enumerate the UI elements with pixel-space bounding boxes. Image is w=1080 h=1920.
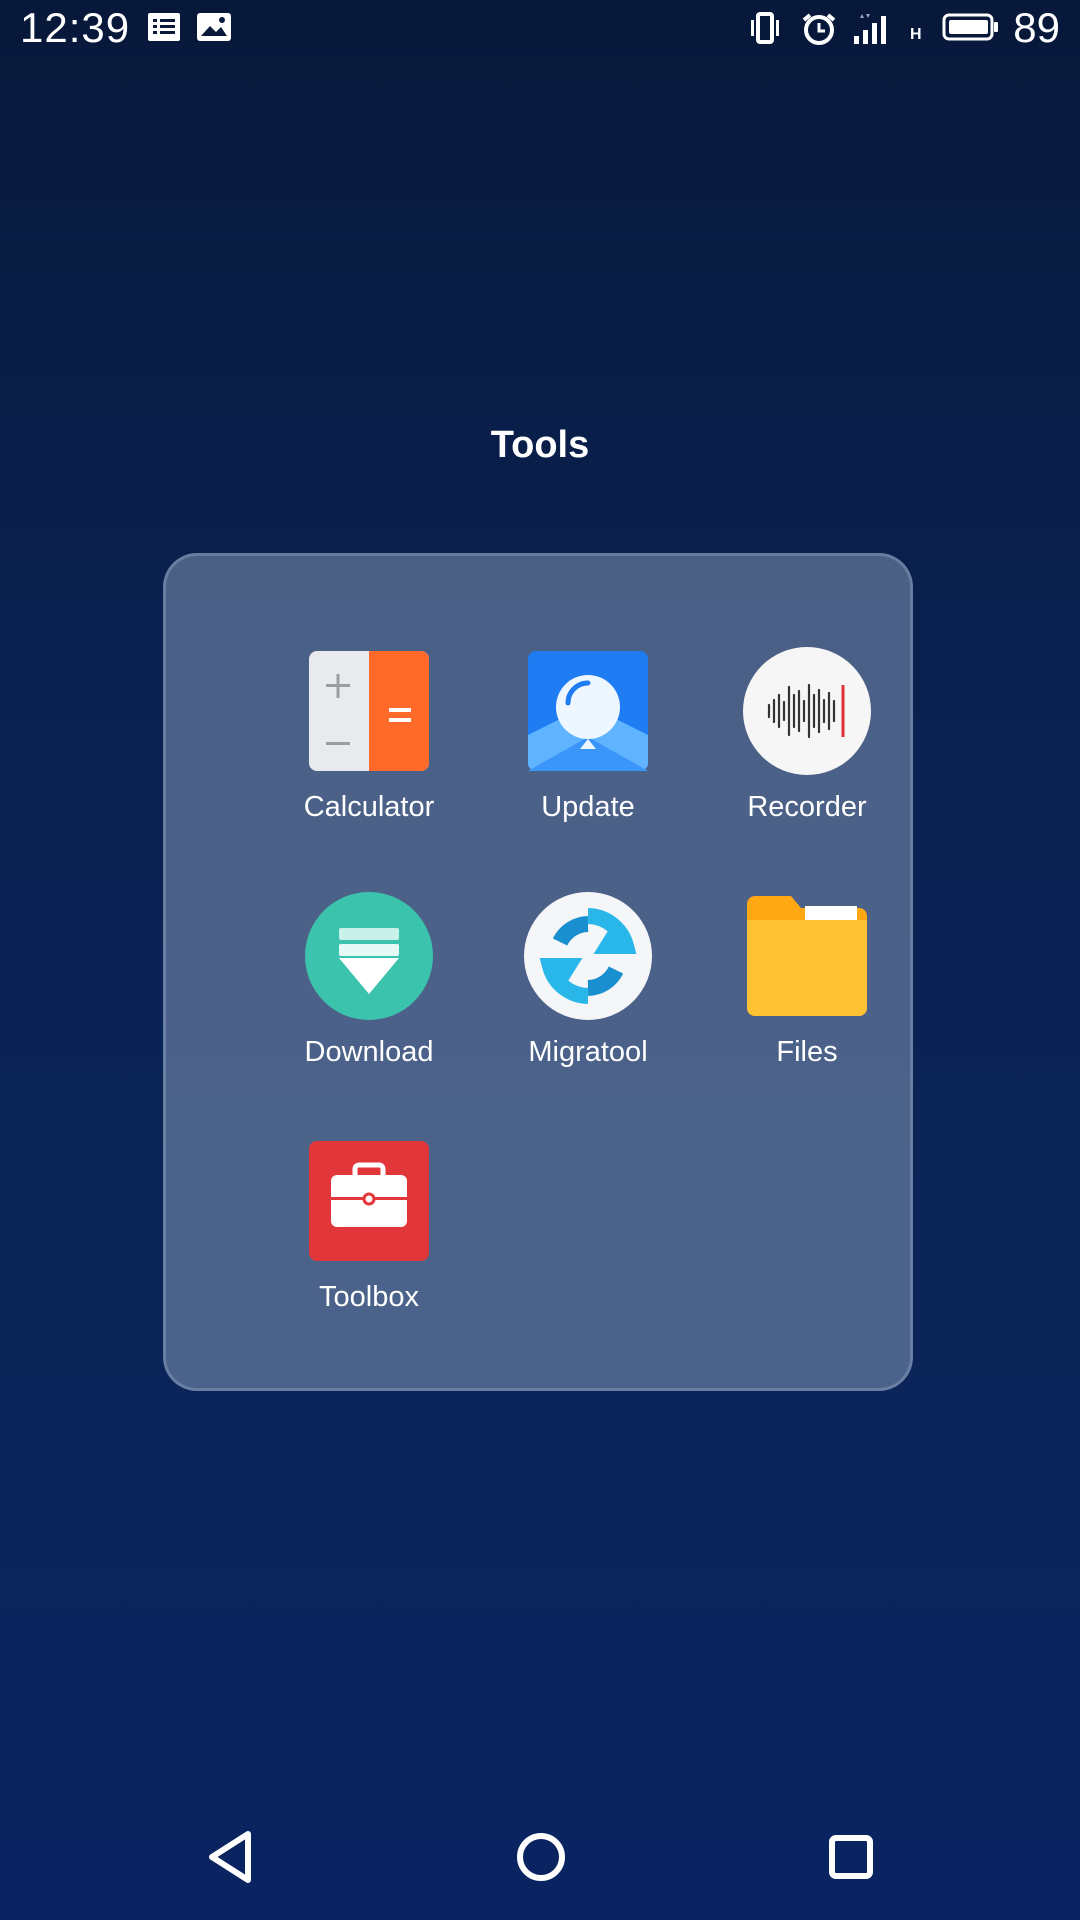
app-calculator[interactable]: Calculator <box>259 645 479 845</box>
recents-icon[interactable] <box>816 1822 886 1892</box>
app-toolbox[interactable]: Toolbox <box>259 1135 479 1335</box>
signal-icon <box>852 12 904 44</box>
navigation-bar <box>0 1800 1080 1920</box>
status-bar: 12:39 H 89 <box>0 0 1080 56</box>
app-label: Recorder <box>747 791 867 823</box>
clock: 12:39 <box>20 4 131 51</box>
network-type-label: H <box>910 26 922 43</box>
app-label: Download <box>304 1036 434 1068</box>
back-icon[interactable] <box>198 1822 268 1892</box>
recorder-icon <box>741 645 873 777</box>
app-files[interactable]: Files <box>697 890 917 1090</box>
app-label: Calculator <box>303 791 435 823</box>
calculator-icon <box>303 645 435 777</box>
app-migratool[interactable]: Migratool <box>478 890 698 1090</box>
update-icon <box>522 645 654 777</box>
alarm-icon <box>800 12 838 45</box>
migratool-icon <box>522 890 654 1022</box>
app-update[interactable]: Update <box>478 645 698 845</box>
app-label: Update <box>541 791 635 823</box>
app-download[interactable]: Download <box>259 890 479 1090</box>
battery-icon <box>942 12 1000 42</box>
notes-icon <box>147 12 181 42</box>
files-icon <box>741 890 873 1022</box>
folder-title[interactable]: Tools <box>0 420 1080 470</box>
vibrate-icon <box>748 12 782 44</box>
home-icon[interactable] <box>506 1822 576 1892</box>
gallery-icon <box>196 12 231 42</box>
app-label: Migratool <box>528 1036 648 1068</box>
download-icon <box>303 890 435 1022</box>
folder-panel: Calculator Update Recorder Download Migr… <box>163 553 913 1391</box>
app-label: Files <box>776 1036 838 1068</box>
app-label: Toolbox <box>319 1281 419 1313</box>
toolbox-icon <box>303 1135 435 1267</box>
app-recorder[interactable]: Recorder <box>697 645 917 845</box>
battery-percent: 89 <box>1013 4 1060 51</box>
